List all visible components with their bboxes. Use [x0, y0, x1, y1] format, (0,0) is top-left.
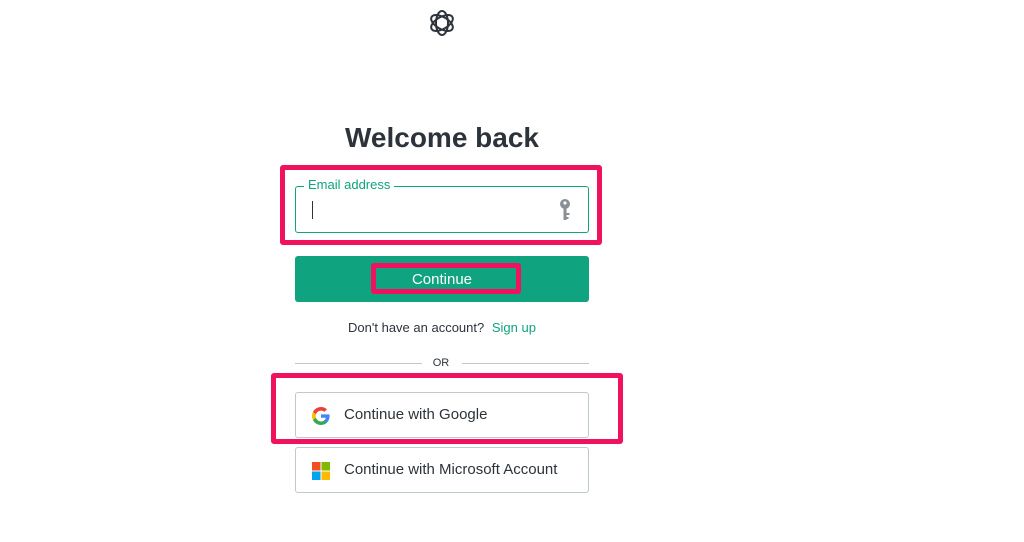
text-cursor — [312, 201, 313, 219]
sign-up-link[interactable]: Sign up — [492, 320, 536, 335]
google-button-label: Continue with Google — [344, 406, 488, 423]
signup-prompt: Don't have an account? — [348, 320, 485, 335]
google-icon — [312, 407, 330, 425]
microsoft-icon — [312, 462, 330, 480]
email-input[interactable] — [310, 199, 554, 223]
page-title: Welcome back — [344, 122, 540, 153]
email-field[interactable]: Email address — [295, 177, 589, 233]
continue-with-google-button[interactable]: Continue with Google — [295, 392, 589, 438]
openai-logo-icon — [430, 10, 454, 36]
or-divider: OR — [432, 357, 450, 369]
continue-with-microsoft-button[interactable]: Continue with Microsoft Account — [295, 447, 589, 493]
email-label: Email address — [304, 177, 395, 192]
continue-button[interactable]: Continue — [295, 256, 589, 302]
divider-line-left — [295, 363, 422, 364]
key-icon[interactable] — [558, 198, 572, 222]
signup-line: Don't have an account? Sign up — [0, 320, 884, 335]
microsoft-button-label: Continue with Microsoft Account — [344, 461, 558, 478]
divider-line-right — [462, 363, 589, 364]
